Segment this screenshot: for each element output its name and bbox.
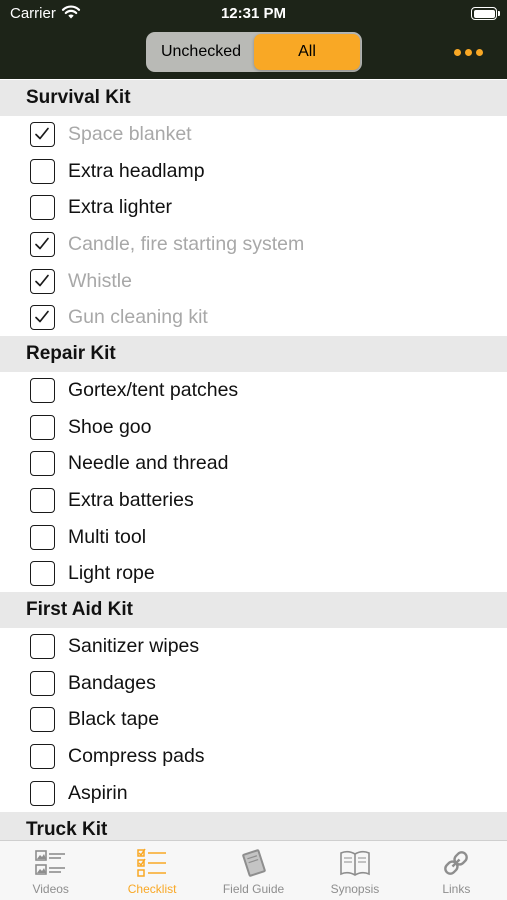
checkbox[interactable] [30, 670, 55, 696]
checkbox[interactable] [30, 488, 55, 514]
section-header-repair-kit: Repair Kit [0, 336, 507, 373]
videos-list-icon [33, 847, 69, 879]
more-dot [453, 48, 461, 56]
checklist-item-label: Extra headlamp [68, 159, 205, 182]
checklist-item-extra-batteries[interactable]: Extra batteries [0, 482, 507, 519]
status-time: 12:31 PM [220, 5, 287, 22]
tab-label: Field Guide [222, 882, 285, 896]
tab-videos[interactable]: Videos [0, 841, 101, 900]
checklist-item-label: Gortex/tent patches [68, 378, 239, 401]
checkmark-icon [35, 237, 49, 250]
checklist-item-label: Extra lighter [68, 196, 173, 219]
checkbox[interactable] [30, 121, 55, 147]
tab-label: Checklist [127, 882, 177, 896]
checklist-item-candle-fire-starting-system[interactable]: Candle, fire starting system [0, 226, 507, 263]
checkbox[interactable] [30, 195, 55, 221]
checklist-item-space-blanket[interactable]: Space blanket [0, 116, 507, 153]
checklist[interactable]: Survival Kit Space blanket Extra headlamp E… [0, 80, 507, 840]
checkbox[interactable] [30, 414, 55, 440]
link-chain-icon [438, 847, 474, 879]
checklist-item-label: Aspirin [68, 781, 128, 804]
checklist-item-aspirin[interactable]: Aspirin [0, 775, 507, 812]
checklist-item-label: Compress pads [68, 745, 205, 768]
checkmark-icon [35, 127, 49, 140]
tab-label: Links [442, 882, 471, 896]
checklist-item-label: Extra batteries [68, 489, 194, 512]
battery-icon [471, 7, 500, 20]
tab-synopsis[interactable]: Synopsis [304, 841, 405, 900]
checklist-item-label: Bandages [68, 671, 156, 694]
checklist-item-label: Shoe goo [68, 415, 152, 438]
checklist-item-black-tape[interactable]: Black tape [0, 702, 507, 739]
checkbox[interactable] [30, 377, 55, 403]
checklist-item-gun-cleaning-kit[interactable]: Gun cleaning kit [0, 299, 507, 336]
field-guide-book-icon [236, 847, 272, 879]
checklist-item-whistle[interactable]: Whistle [0, 263, 507, 300]
checklist-item-sanitizer-wipes[interactable]: Sanitizer wipes [0, 628, 507, 665]
checkbox[interactable] [30, 561, 55, 587]
checklist-item-extra-lighter[interactable]: Extra lighter [0, 189, 507, 226]
checklist-item-label: Gun cleaning kit [68, 306, 208, 329]
checklist-item-label: Light rope [68, 562, 155, 585]
checkbox[interactable] [30, 451, 55, 477]
segment-unchecked[interactable]: Unchecked [148, 34, 254, 70]
checkmark-icon [35, 310, 49, 323]
checklist-item-label: Sanitizer wipes [68, 635, 200, 658]
section-header-truck-kit: Truck Kit [0, 811, 507, 840]
checkbox[interactable] [30, 231, 55, 257]
section-header-survival-kit: Survival Kit [0, 80, 507, 116]
more-dot [464, 48, 472, 56]
checklist-item-extra-headlamp[interactable]: Extra headlamp [0, 153, 507, 190]
checkbox[interactable] [30, 524, 55, 550]
status-bar: Carrier 12:31 PM [0, 0, 507, 28]
checklist-item-compress-pads[interactable]: Compress pads [0, 738, 507, 775]
checklist-item-label: Whistle [68, 269, 132, 292]
checkbox[interactable] [30, 634, 55, 660]
checkbox[interactable] [30, 158, 55, 184]
checkbox[interactable] [30, 707, 55, 733]
checkbox[interactable] [30, 305, 55, 331]
nav-header: Carrier 12:31 PM Unchecked All [0, 0, 507, 79]
checkbox[interactable] [30, 780, 55, 806]
checklist-item-bandages[interactable]: Bandages [0, 665, 507, 702]
checkmark-icon [35, 274, 49, 286]
open-book-icon [337, 847, 373, 879]
checklist-item-label: Space blanket [68, 122, 192, 145]
tab-checklist[interactable]: Checklist [101, 841, 202, 900]
checklist-item-label: Needle and thread [68, 452, 229, 475]
tab-label: Synopsis [330, 882, 380, 896]
section-header-first-aid-kit: First Aid Kit [0, 592, 507, 629]
checklist-item-label: Black tape [68, 708, 160, 731]
checkbox[interactable] [30, 268, 55, 294]
checklist-item-light-rope[interactable]: Light rope [0, 556, 507, 593]
more-dot [475, 48, 483, 56]
checklist-item-multi-tool[interactable]: Multi tool [0, 519, 507, 556]
checklist-item-label: Candle, fire starting system [68, 232, 305, 255]
tab-field-guide[interactable]: Field Guide [203, 841, 304, 900]
tab-label: Videos [32, 882, 69, 896]
checklist-icon [134, 847, 170, 879]
checklist-item-needle-and-thread[interactable]: Needle and thread [0, 446, 507, 483]
more-options-icon[interactable] [448, 40, 488, 64]
checklist-item-shoe-goo[interactable]: Shoe goo [0, 409, 507, 446]
checklist-item-label: Multi tool [68, 525, 147, 548]
tab-links[interactable]: Links [406, 841, 507, 900]
tab-bar: Videos Checklist Field Guide Synopsis Links [0, 840, 507, 900]
segment-all[interactable]: All [254, 34, 360, 70]
checkbox[interactable] [30, 744, 55, 770]
checklist-item-gortex-tent-patches[interactable]: Gortex/tent patches [0, 372, 507, 409]
filter-segmented-control[interactable]: Unchecked All [146, 32, 362, 72]
